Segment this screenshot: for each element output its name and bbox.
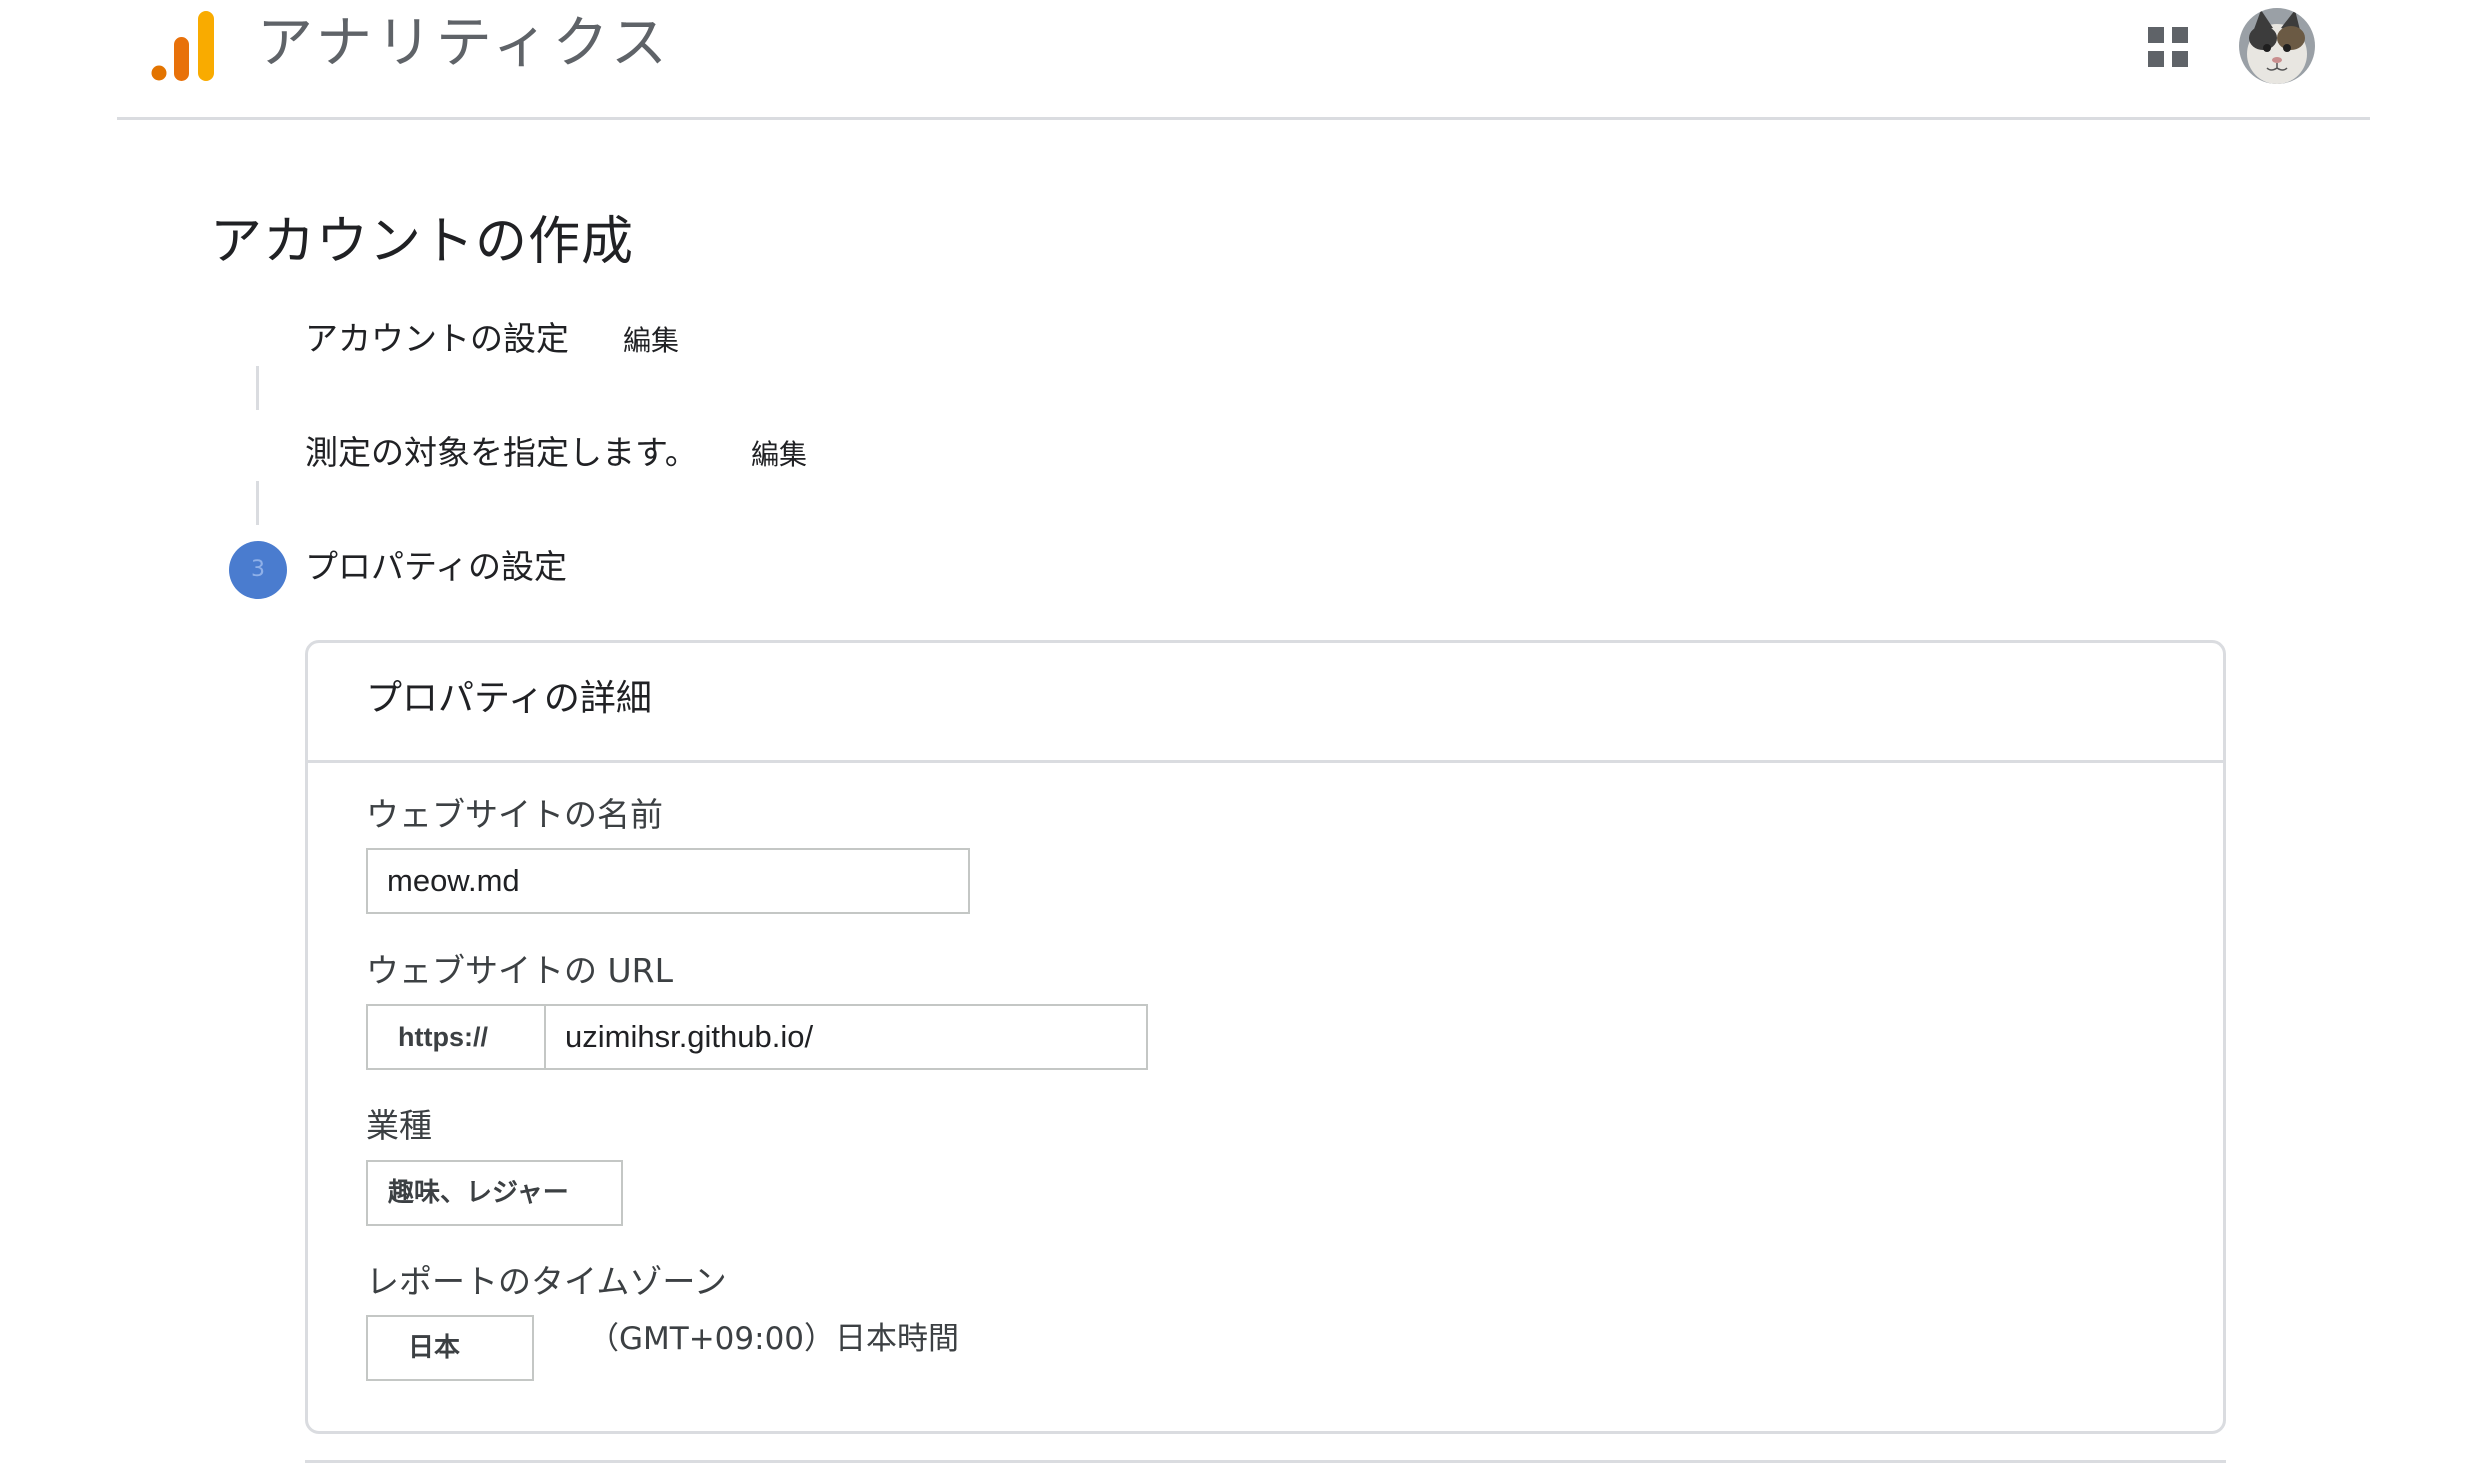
step-connector bbox=[256, 366, 259, 410]
website-name-label: ウェブサイトの名前 bbox=[366, 795, 663, 834]
timezone-label: レポートのタイムゾーン bbox=[366, 1262, 727, 1301]
cat-avatar bbox=[2239, 8, 2315, 84]
step-property-settings: プロパティの設定 bbox=[305, 547, 568, 586]
industry-select[interactable]: 趣味、レジャー bbox=[366, 1160, 623, 1226]
top-header: アナリティクス bbox=[117, 0, 2370, 120]
section-divider bbox=[305, 1460, 2226, 1463]
property-details-card: プロパティの詳細 ウェブサイトの名前 ウェブサイトの URL https:// … bbox=[305, 640, 2226, 1434]
analytics-bars-icon[interactable] bbox=[151, 11, 215, 81]
card-header: プロパティの詳細 bbox=[308, 643, 2223, 763]
step-connector bbox=[256, 481, 259, 525]
website-url-label: ウェブサイトの URL bbox=[366, 951, 673, 990]
website-name-input[interactable] bbox=[366, 848, 970, 914]
avatar[interactable] bbox=[2239, 8, 2315, 84]
website-url-input[interactable] bbox=[544, 1004, 1148, 1070]
step-number-badge: 3 bbox=[229, 541, 287, 599]
industry-label: 業種 bbox=[366, 1106, 432, 1145]
url-protocol-select[interactable]: https:// bbox=[366, 1004, 544, 1070]
page-title: アカウントの作成 bbox=[210, 212, 635, 272]
step-measurement-target: 測定の対象を指定します。 bbox=[305, 433, 698, 472]
edit-account-settings-button[interactable]: 編集 bbox=[623, 319, 679, 363]
timezone-value[interactable]: （GMT+09:00）日本時間 bbox=[588, 1316, 959, 1362]
app-title: アナリティクス bbox=[257, 11, 671, 76]
edit-measurement-target-button[interactable]: 編集 bbox=[751, 433, 807, 477]
apps-grid-icon[interactable] bbox=[2146, 25, 2190, 69]
card-title: プロパティの詳細 bbox=[366, 678, 652, 719]
timezone-country-select[interactable]: 日本 bbox=[366, 1315, 534, 1381]
analytics-page: アナリティクス アカウントの作成 アカウントの設定 編集 測定の対象を指定します… bbox=[0, 0, 2478, 1479]
step-account-settings: アカウントの設定 bbox=[305, 319, 569, 358]
